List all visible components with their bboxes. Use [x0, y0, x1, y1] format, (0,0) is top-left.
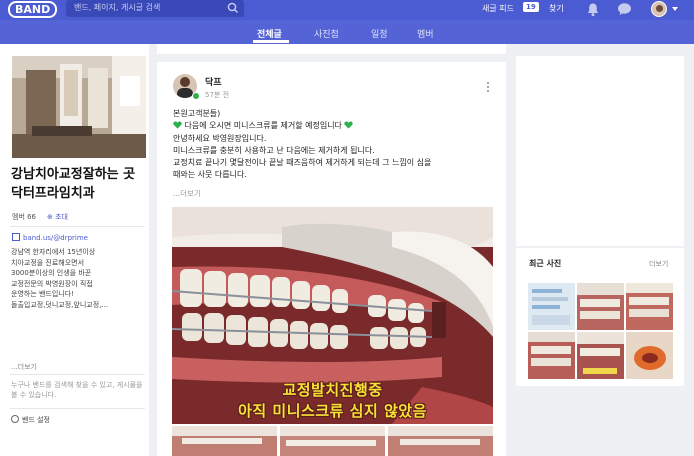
post-card: 닥프 57분 전 본원고객분들) 다음에 오시면 미니스크류를 제거할 예정입니… [157, 62, 506, 456]
online-status-dot [192, 92, 200, 100]
post-time: 57분 전 [205, 91, 230, 99]
recent-photos-title: 최근 사진 [529, 259, 562, 268]
chat-icon[interactable] [617, 2, 632, 16]
post-photo[interactable]: 교정발치진행중 아직 미니스크류 심지 않았음 [172, 207, 493, 424]
visibility-notice: 누구나 밴드를 검색해 찾을 수 있고, 게시물을 볼 수 있습니다. [11, 381, 143, 399]
post-line: 교정치료 끝나기 몇달전이나 끝날 때즈음하여 제거하게 되는데 그 느낌이 심… [173, 158, 432, 168]
band-sidebar: 강남치아교정잘하는 곳 닥터프라임치과 멤버 66 ⊕ 초대 band.us/@… [0, 44, 149, 456]
tab-all-posts[interactable]: 전체글 [257, 27, 282, 40]
new-feed-link[interactable]: 새글 피드 [482, 3, 514, 14]
chevron-down-icon[interactable] [672, 7, 678, 11]
profile-avatar[interactable] [651, 1, 667, 17]
recent-photos-grid [528, 283, 673, 379]
member-count[interactable]: 멤버 66 [12, 212, 36, 222]
photo-thumbnail[interactable] [388, 426, 493, 456]
new-feed-count-badge: 19 [523, 2, 539, 12]
post-author[interactable]: 닥프 [205, 75, 222, 88]
band-url-link[interactable]: band.us/@drprime [12, 233, 88, 242]
divider [10, 408, 145, 409]
link-icon [12, 233, 20, 241]
description-line: 치아교정을 진료해오면서 [11, 258, 85, 267]
photo-thumbnails [172, 426, 493, 456]
photo-thumbnail[interactable] [172, 426, 277, 456]
band-url-text: band.us/@drprime [23, 234, 88, 242]
recent-photo[interactable] [577, 283, 624, 330]
top-bar: BAND 밴드, 페이지, 게시글 검색 새글 피드 19 찾기 [0, 0, 694, 20]
tab-bar [0, 20, 694, 44]
tab-members[interactable]: 멤버 [417, 27, 434, 40]
post-line: 때와는 사뭇 다릅니다. [173, 170, 247, 180]
bell-icon[interactable] [586, 2, 600, 17]
description-line: 3000분이상의 인생을 바꾼 [11, 269, 92, 277]
post-line-with-hearts: 다음에 오시면 미니스크류를 제거할 예정입니다 [173, 120, 498, 132]
search-icon[interactable] [226, 1, 240, 15]
recent-photos-more-link[interactable]: 더보기 [649, 259, 668, 269]
photo-caption-line2: 아직 미니스크류 심지 않았음 [238, 402, 427, 420]
post-more-link[interactable]: ...더보기 [173, 188, 201, 199]
post-body: 본원고객분들) 다음에 오시면 미니스크류를 제거할 예정입니다 안녕하세요 박… [173, 108, 498, 182]
search-placeholder: 밴드, 페이지, 게시글 검색 [74, 3, 161, 12]
more-options-icon[interactable] [487, 82, 490, 94]
recent-photo[interactable] [626, 283, 673, 330]
band-name: 강남치아교정잘하는 곳 닥터프라임치과 [11, 167, 136, 201]
tab-schedule[interactable]: 일정 [371, 27, 388, 40]
search-box[interactable]: 밴드, 페이지, 게시글 검색 [66, 0, 244, 17]
description-line: 교정전문의 박영원장이 직접 [11, 279, 93, 288]
ad-panel [516, 56, 684, 246]
active-tab-indicator [253, 40, 289, 43]
photo-caption-line1: 교정발치진행중 [282, 381, 383, 399]
avatar-body [177, 88, 193, 98]
post-line: 다음에 오시면 미니스크류를 제거할 예정입니다 [184, 121, 342, 131]
description-line: 강남역 한자리에서 15년이상 [11, 248, 96, 256]
post-composer[interactable] [157, 44, 506, 54]
recent-photo[interactable] [626, 332, 673, 379]
photo-thumbnail[interactable] [280, 426, 385, 456]
invite-button[interactable]: ⊕ 초대 [47, 212, 68, 222]
recent-photos-panel: 최근 사진 더보기 [516, 248, 684, 386]
description-more-link[interactable]: ...더보기 [11, 362, 37, 372]
divider [10, 374, 145, 375]
recent-photo[interactable] [528, 283, 575, 330]
band-cover-image[interactable] [12, 56, 146, 158]
band-settings-label: 밴드 설정 [22, 416, 50, 424]
band-settings-link[interactable]: 밴드 설정 [11, 415, 50, 425]
find-link[interactable]: 찾기 [549, 3, 564, 14]
recent-photo[interactable] [528, 332, 575, 379]
post-line: 본원고객분들) [173, 109, 221, 118]
avatar-face [180, 77, 190, 87]
tab-photos[interactable]: 사진첩 [314, 27, 339, 40]
green-heart-icon [344, 121, 354, 129]
post-line: 안녕하세요 박영원장입니다. [173, 133, 267, 143]
divider [10, 226, 145, 227]
description-line: 돌출입교정,덧니교정,앞니교정,... [11, 300, 109, 309]
band-logo[interactable]: BAND [8, 1, 58, 18]
post-line: 미니스크류를 충분히 사용하고 난 다음에는 제거하게 됩니다. [173, 145, 375, 155]
band-description: 강남역 한자리에서 15년이상 치아교정을 진료해오면서 3000분이상의 인생… [11, 247, 146, 310]
recent-photo[interactable] [577, 332, 624, 379]
green-heart-icon [173, 121, 182, 129]
description-line: 운영하는 밴드입니다! [11, 290, 74, 298]
gear-icon [11, 415, 19, 423]
